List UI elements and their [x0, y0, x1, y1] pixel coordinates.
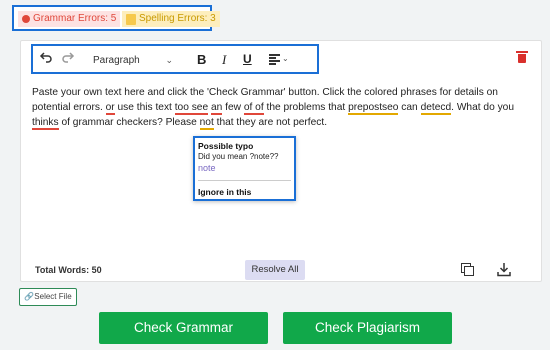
select-file-label: Select File [34, 292, 72, 301]
undo-icon[interactable] [39, 50, 53, 68]
align-button[interactable]: ⌄ [269, 53, 289, 65]
copy-icon[interactable] [461, 263, 475, 277]
underline-button[interactable]: U [243, 52, 252, 66]
paragraph-format-select[interactable]: Paragraph ⌄ [93, 52, 173, 68]
attach-icon: 🔗 [24, 292, 35, 301]
grammar-error-phrase[interactable]: of of [243, 102, 264, 115]
text-segment: of grammar checkers? Please [58, 117, 200, 128]
download-icon[interactable] [497, 262, 511, 277]
check-grammar-button[interactable]: Check Grammar [99, 312, 268, 344]
resolve-all-button[interactable]: Resolve All [245, 260, 305, 280]
popup-message: Did you mean ?note?? [198, 152, 279, 161]
text-segment: few [222, 102, 244, 113]
redo-icon[interactable] [61, 50, 75, 68]
align-left-icon [269, 53, 280, 65]
text-segment: use this text [114, 102, 175, 113]
bold-button[interactable]: B [197, 52, 206, 67]
chevron-down-icon: ⌄ [165, 54, 173, 65]
editor-text[interactable]: Paste your own text here and click the '… [32, 85, 532, 130]
total-words-count: Total Words: 50 [35, 265, 102, 275]
spelling-errors-badge[interactable]: Spelling Errors: 3 [122, 11, 220, 27]
grammar-error-phrase[interactable]: an [210, 102, 223, 115]
text-segment: the problems that [263, 102, 349, 113]
select-file-button[interactable]: 🔗Select File [19, 288, 77, 306]
grammar-error-phrase[interactable]: too see [174, 102, 209, 115]
suggestion-option[interactable]: note [198, 163, 216, 173]
spelling-error-phrase[interactable]: detecd [420, 102, 452, 115]
grammar-error-phrase[interactable]: or [105, 102, 115, 115]
text-segment: can [398, 102, 421, 113]
trash-icon[interactable] [516, 51, 528, 63]
check-plagiarism-button[interactable]: Check Plagiarism [283, 312, 452, 344]
popup-title: Possible typo [198, 141, 254, 151]
popup-divider [198, 180, 291, 181]
grammar-error-phrase[interactable]: thinks [32, 117, 59, 130]
spelling-errors-label: Spelling Errors: 3 [139, 13, 216, 24]
ignore-button[interactable]: Ignore in this [198, 187, 251, 197]
spelling-error-phrase[interactable]: prepostseo [348, 102, 399, 115]
grammar-errors-badge[interactable]: Grammar Errors: 5 [18, 11, 121, 27]
italic-button[interactable]: I [222, 52, 226, 68]
error-dot-icon [22, 15, 30, 23]
error-summary-bar: Grammar Errors: 5 Spelling Errors: 3 [12, 5, 220, 31]
text-segment: that they are not perfect. [213, 117, 328, 128]
editor-toolbar: Paragraph ⌄ B I U ⌄ [31, 44, 319, 74]
grammar-errors-label: Grammar Errors: 5 [33, 13, 117, 24]
paragraph-format-value: Paragraph [93, 54, 140, 66]
suggestion-popup: Possible typo Did you mean ?note?? note … [193, 136, 296, 201]
spelling-error-phrase[interactable]: not [199, 117, 214, 130]
note-icon [126, 13, 136, 25]
text-segment: . What do you [451, 102, 515, 113]
chevron-down-icon: ⌄ [282, 54, 289, 63]
